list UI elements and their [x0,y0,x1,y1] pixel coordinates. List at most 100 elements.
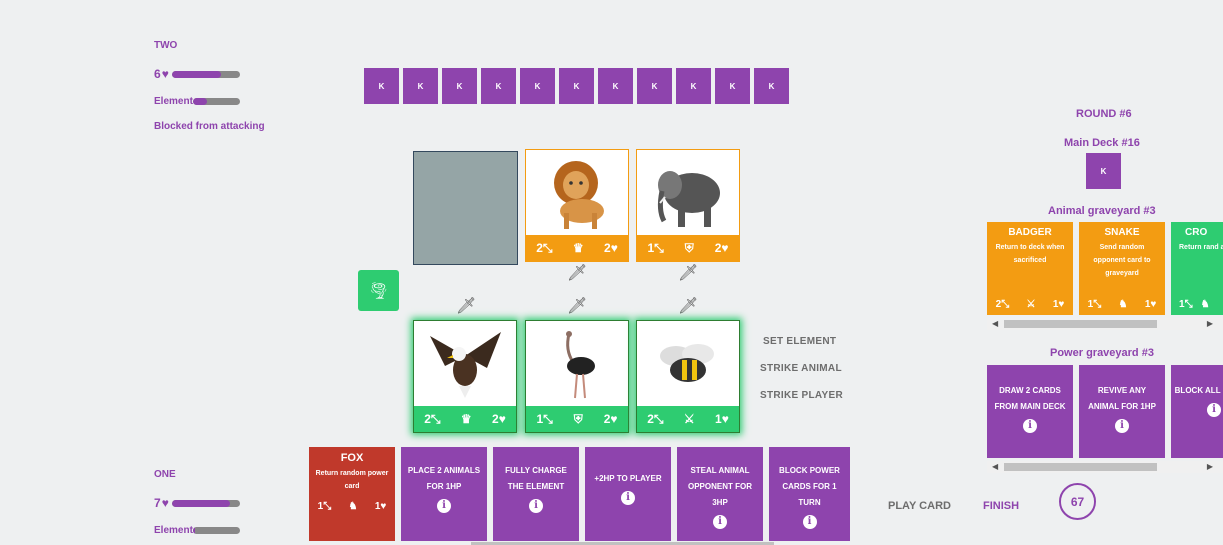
card-title: SNAKE [1104,227,1140,238]
info-icon[interactable]: i [1207,403,1221,417]
info-icon[interactable]: i [1115,419,1129,433]
heart-icon: ♥ [161,496,169,510]
player-name: ONE [154,469,176,480]
element-button[interactable]: 🌪 [358,270,399,311]
player-element-bar [192,527,240,534]
card-text: DRAW 2 CARDS FROM MAIN DECK [994,386,1066,411]
round-label: ROUND #6 [1076,108,1132,120]
animal-graveyard-label: Animal graveyard #3 [1048,205,1156,217]
sword-icon: 🗡 [567,298,588,315]
attack-stat: 1⤡ [536,411,553,426]
sword-icon: 🗡 [456,298,477,315]
attack-stat: 2⤡ [995,299,1010,310]
empty-card-slot[interactable] [413,151,518,265]
scroll-right-icon[interactable]: ▶ [1207,318,1213,330]
jester-icon: ♞ [1118,299,1128,310]
scroll-right-icon[interactable]: ▶ [1207,461,1213,473]
graveyard-card-badger[interactable]: BADGER Return to deck when sacrificed 2⤡… [987,222,1073,315]
hp-stat: 1♥ [1144,299,1157,310]
card-stats: 1⤡ ⛨ 2♥ [526,406,628,432]
attack-stat: 1⤡ [1087,299,1102,310]
hp-stat: 2♥ [603,412,618,426]
opponent-element: Element [154,96,240,107]
main-deck-label: Main Deck #16 [1064,137,1140,149]
opponent-hand-card: K [364,68,399,104]
card-stats: 1⤡ ♞ [1171,299,1223,310]
power-graveyard-label: Power graveyard #3 [1050,347,1154,359]
card-title: CRO [1185,227,1208,238]
hand-card-fox[interactable]: FOX Return random power card 1⤡ ♞ 1♥ [309,447,395,541]
card-stats: 1⤡ ♞ 1♥ [1079,299,1165,310]
hp-stat: 2♥ [714,241,729,255]
card-stats: 1⤡ ♞ 1♥ [309,499,395,515]
main-deck-card[interactable]: K [1086,153,1121,189]
strike-player-button[interactable]: STRIKE PLAYER [760,390,843,401]
card-text: PLACE 2 ANIMALS FOR 1HP [407,466,481,491]
sword-icon: 🗡 [678,298,699,315]
opponent-hand-card: K [520,68,555,104]
shield-icon: ⛨ [684,240,694,255]
hp-stat: 1♥ [374,501,387,512]
player-element: Element [154,525,240,536]
info-icon[interactable]: i [802,515,817,529]
graveyard-card-snake[interactable]: SNAKE Send random opponent card to grave… [1079,222,1165,315]
lion-image [526,150,628,236]
opponent-name: TWO [154,40,178,51]
card-text: BLOCK ALL FOR 1 T [1174,386,1223,395]
opponent-hand-card: K [637,68,672,104]
player-card-eagle[interactable]: 2⤡ ♛ 2♥ [413,320,517,433]
card-stats: 2⤡ ⚔ 1♥ [987,299,1073,310]
player-hp: 7 ♥ [154,496,240,510]
opponent-hp-bar [171,70,240,78]
card-description: Return to deck when sacrificed [995,244,1065,264]
graveyard-power-card[interactable]: REVIVE ANY ANIMAL FOR 1HP i [1079,365,1165,458]
shield-icon: ⛨ [573,411,583,426]
card-title: BADGER [1008,227,1052,238]
opponent-card-elephant[interactable]: 1⤡ ⛨ 2♥ [636,149,740,262]
bee-image [637,321,739,407]
card-description: Send random opponent card to graveyard [1093,244,1151,277]
info-icon[interactable]: i [529,499,543,513]
hand-card-power[interactable]: PLACE 2 ANIMALS FOR 1HP i [401,447,487,541]
opponent-element-label: Element [154,96,193,107]
opponent-hand-card: K [754,68,789,104]
finish-button[interactable]: FINISH [983,500,1019,512]
scroll-left-icon[interactable]: ◀ [992,318,998,330]
opponent-element-bar [192,98,240,105]
scroll-left-icon[interactable]: ◀ [992,461,998,473]
info-icon[interactable]: i [1023,419,1037,433]
opponent-hp-value: 6 [154,67,161,81]
hand-card-power[interactable]: STEAL ANIMAL OPPONENT FOR 3HP i [677,447,763,541]
power-graveyard-scrollbar[interactable]: ◀ ▶ [987,461,1223,473]
opponent-hand-card: K [598,68,633,104]
card-title: FOX [340,452,364,464]
hand-card-power[interactable]: BLOCK POWER CARDS FOR 1 TURN i [769,447,850,541]
info-icon[interactable]: i [621,491,635,505]
card-text: STEAL ANIMAL OPPONENT FOR 3HP [687,466,752,507]
set-element-button[interactable]: SET ELEMENT [763,336,836,347]
hand-card-power[interactable]: FULLY CHARGE THE ELEMENT i [493,447,579,541]
player-element-label: Element [154,525,193,536]
player-card-ostrich[interactable]: 1⤡ ⛨ 2♥ [525,320,629,433]
animal-graveyard-scrollbar[interactable]: ◀ ▶ [987,318,1223,330]
player-card-bee[interactable]: 2⤡ ⚔ 1♥ [636,320,740,433]
attack-stat: 1⤡ [317,501,332,512]
sword-icon: 🗡 [567,265,588,282]
card-text: REVIVE ANY ANIMAL FOR 1HP [1088,386,1156,411]
opponent-card-lion[interactable]: 2⤡ ♛ 2♥ [525,149,629,262]
play-card-button[interactable]: PLAY CARD [888,500,951,512]
crown-icon: ♛ [460,412,472,426]
opponent-hp: 6 ♥ [154,67,240,81]
hp-stat: 1♥ [1052,299,1065,310]
hand-card-power[interactable]: +2HP TO PLAYER i [585,447,671,541]
graveyard-power-card[interactable]: DRAW 2 CARDS FROM MAIN DECK i [987,365,1073,458]
strike-animal-button[interactable]: STRIKE ANIMAL [760,363,842,374]
graveyard-card-crocodile[interactable]: CRO Return rand animal fo 1⤡ ♞ [1171,222,1223,315]
attack-stat: 1⤡ [1179,299,1193,310]
graveyard-power-card[interactable]: BLOCK ALL FOR 1 T i [1171,365,1223,458]
card-stats: 2⤡ ♛ 2♥ [414,406,516,432]
attack-stat: 2⤡ [647,411,664,426]
info-icon[interactable]: i [713,515,727,529]
info-icon[interactable]: i [437,499,451,513]
elephant-image [637,150,739,236]
